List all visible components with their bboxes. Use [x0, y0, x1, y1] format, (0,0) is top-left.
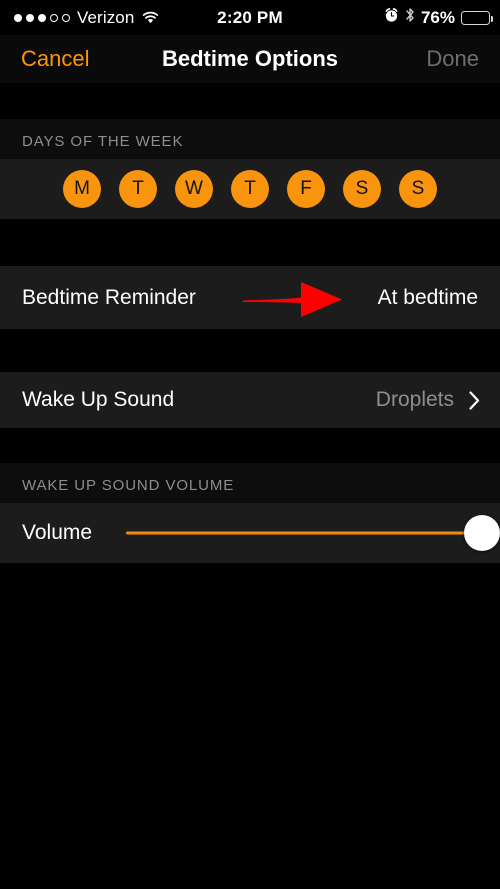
- volume-row[interactable]: Volume: [0, 503, 500, 563]
- done-button[interactable]: Done: [426, 46, 479, 72]
- day-friday[interactable]: F: [287, 170, 325, 208]
- bedtime-reminder-row[interactable]: Bedtime Reminder At bedtime: [0, 266, 500, 329]
- spacer: [0, 329, 500, 372]
- bedtime-reminder-label: Bedtime Reminder: [22, 285, 196, 309]
- day-wednesday[interactable]: W: [175, 170, 213, 208]
- navigation-bar: Cancel Bedtime Options Done: [0, 35, 500, 83]
- battery-percent-label: 76%: [420, 7, 455, 27]
- status-bar: Verizon 2:20 PM 76%: [0, 0, 500, 35]
- volume-slider[interactable]: [126, 513, 500, 553]
- spacer: [0, 83, 500, 119]
- day-monday[interactable]: M: [63, 170, 101, 208]
- days-section-header: DAYS OF THE WEEK: [0, 119, 500, 159]
- wake-up-sound-label: Wake Up Sound: [22, 388, 175, 411]
- days-of-week-selector[interactable]: MTWTFSS: [0, 159, 500, 219]
- spacer: [0, 219, 500, 266]
- wake-up-sound-row[interactable]: Wake Up Sound Droplets: [0, 372, 500, 428]
- battery-icon: [461, 10, 493, 25]
- page-title: Bedtime Options: [161, 46, 338, 71]
- spacer: [0, 428, 500, 463]
- volume-slider-fill: [126, 531, 482, 535]
- alarm-clock-icon: [384, 7, 399, 28]
- wake-up-sound-value: Droplets: [375, 388, 454, 411]
- bedtime-reminder-value: At bedtime: [377, 285, 478, 309]
- bluetooth-icon: [405, 7, 415, 28]
- status-bar-right: 76%: [384, 7, 493, 28]
- empty-area: [0, 563, 500, 889]
- volume-slider-thumb[interactable]: [464, 515, 500, 551]
- day-sunday[interactable]: S: [399, 170, 437, 208]
- volume-label: Volume: [22, 521, 93, 544]
- chevron-right-icon: [469, 390, 480, 410]
- bedtime-options-screen: Verizon 2:20 PM 76% Cancel Bedtime Optio…: [0, 0, 500, 889]
- day-saturday[interactable]: S: [343, 170, 381, 208]
- volume-section-header: WAKE UP SOUND VOLUME: [0, 463, 500, 503]
- day-tuesday[interactable]: T: [119, 170, 157, 208]
- day-thursday[interactable]: T: [231, 170, 269, 208]
